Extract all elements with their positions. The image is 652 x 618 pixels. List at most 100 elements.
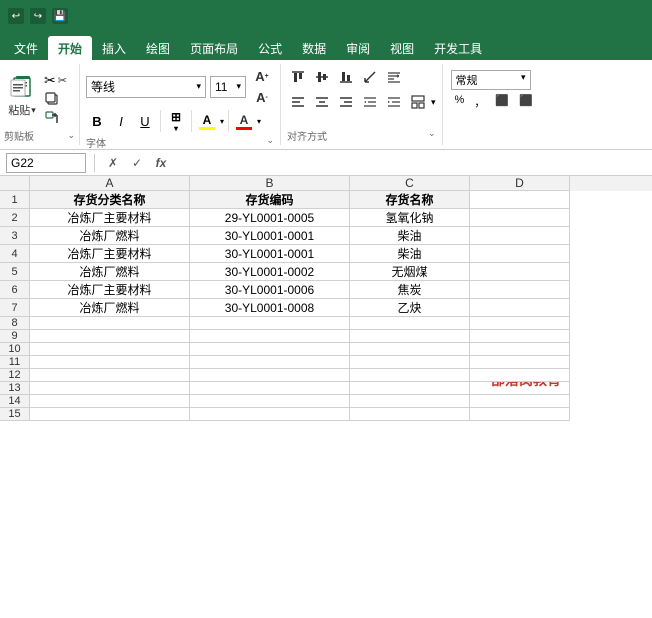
cell-a4[interactable]: 冶炼厂主要材料 (30, 245, 190, 263)
italic-button[interactable]: I (110, 110, 132, 132)
cancel-formula-button[interactable]: ✗ (103, 153, 123, 173)
cell-a1[interactable]: 存货分类名称 (30, 191, 190, 209)
cell-b9[interactable] (190, 330, 350, 343)
cell-reference-box[interactable]: G22 (6, 153, 86, 173)
cell-c14[interactable] (350, 395, 470, 408)
tab-data[interactable]: 数据 (292, 36, 336, 60)
cell-b11[interactable] (190, 356, 350, 369)
cell-a11[interactable] (30, 356, 190, 369)
number-format-dropdown[interactable]: 常规▾ (451, 70, 531, 90)
formula-input[interactable] (175, 153, 646, 173)
cell-a6[interactable]: 冶炼厂主要材料 (30, 281, 190, 299)
text-align-left-button[interactable] (287, 91, 309, 113)
align-bottom-button[interactable] (335, 66, 357, 88)
cell-c9[interactable] (350, 330, 470, 343)
percent-button[interactable]: % (451, 92, 469, 112)
cell-a7[interactable]: 冶炼厂燃料 (30, 299, 190, 317)
cell-a3[interactable]: 冶炼厂燃料 (30, 227, 190, 245)
cell-c2[interactable]: 氢氧化钠 (350, 209, 470, 227)
increase-font-button[interactable]: A+ (250, 66, 274, 86)
col-header-d[interactable]: D (470, 176, 570, 191)
tab-developer[interactable]: 开发工具 (424, 36, 492, 60)
tab-layout[interactable]: 页面布局 (180, 36, 248, 60)
cell-d14[interactable] (470, 395, 570, 408)
cell-a12[interactable] (30, 369, 190, 382)
format-painter-button[interactable] (44, 109, 67, 125)
cut-button[interactable]: ✂✂ (44, 72, 67, 89)
cell-d3[interactable] (470, 227, 570, 245)
cell-c5[interactable]: 无烟煤 (350, 263, 470, 281)
undo-button[interactable]: ↩ (8, 8, 24, 24)
cell-c13[interactable] (350, 382, 470, 395)
redo-button[interactable]: ↪ (30, 8, 46, 24)
cell-a5[interactable]: 冶炼厂燃料 (30, 263, 190, 281)
cell-c10[interactable] (350, 343, 470, 356)
cell-d5[interactable] (470, 263, 570, 281)
cell-b6[interactable]: 30-YL0001-0006 (190, 281, 350, 299)
cell-a14[interactable] (30, 395, 190, 408)
underline-button[interactable]: U (134, 110, 156, 132)
tab-file[interactable]: 文件 (4, 36, 48, 60)
cell-c7[interactable]: 乙炔 (350, 299, 470, 317)
wrap-text-button[interactable] (383, 66, 405, 88)
col-header-b[interactable]: B (190, 176, 350, 191)
cell-b14[interactable] (190, 395, 350, 408)
decrease-font-button[interactable]: A- (250, 87, 274, 107)
cell-a2[interactable]: 冶炼厂主要材料 (30, 209, 190, 227)
cell-b12[interactable] (190, 369, 350, 382)
cell-d7[interactable] (470, 299, 570, 317)
copy-button[interactable] (44, 91, 67, 107)
tab-review[interactable]: 审阅 (336, 36, 380, 60)
cell-a10[interactable] (30, 343, 190, 356)
tab-home[interactable]: 开始 (48, 36, 92, 60)
fill-color-dropdown[interactable]: ▾ (220, 117, 224, 126)
border-button[interactable]: ⊞ ▾ (165, 110, 187, 132)
cell-b15[interactable] (190, 408, 350, 421)
insert-function-button[interactable]: fx (151, 153, 171, 173)
cell-d1[interactable] (470, 191, 570, 209)
cell-d6[interactable] (470, 281, 570, 299)
align-top-button[interactable] (287, 66, 309, 88)
cell-c8[interactable] (350, 317, 470, 330)
alignment-expand[interactable]: ⌄ (428, 128, 436, 143)
col-header-a[interactable]: A (30, 176, 190, 191)
cell-c6[interactable]: 焦炭 (350, 281, 470, 299)
cell-d12[interactable] (470, 369, 570, 382)
angle-text-button[interactable] (359, 66, 381, 88)
cell-d13[interactable]: 部落窝教育 (470, 382, 570, 395)
cell-d10[interactable] (470, 343, 570, 356)
increase-indent-button[interactable] (383, 91, 405, 113)
tab-draw[interactable]: 绘图 (136, 36, 180, 60)
cell-d4[interactable] (470, 245, 570, 263)
cell-b5[interactable]: 30-YL0001-0002 (190, 263, 350, 281)
cell-b3[interactable]: 30-YL0001-0001 (190, 227, 350, 245)
cell-a8[interactable] (30, 317, 190, 330)
cell-d2[interactable] (470, 209, 570, 227)
cell-b8[interactable] (190, 317, 350, 330)
text-align-center-button[interactable] (311, 91, 333, 113)
cell-c12[interactable] (350, 369, 470, 382)
cell-b4[interactable]: 30-YL0001-0001 (190, 245, 350, 263)
tab-view[interactable]: 视图 (380, 36, 424, 60)
tab-insert[interactable]: 插入 (92, 36, 136, 60)
cell-d8[interactable] (470, 317, 570, 330)
cell-b1[interactable]: 存货编码 (190, 191, 350, 209)
cell-d9[interactable] (470, 330, 570, 343)
font-expand[interactable]: ⌄ (266, 135, 274, 150)
cell-a15[interactable] (30, 408, 190, 421)
clipboard-expand[interactable]: ⌄ (67, 130, 75, 141)
bold-button[interactable]: B (86, 110, 108, 132)
decrease-indent-button[interactable] (359, 91, 381, 113)
save-button[interactable]: 💾 (52, 8, 68, 24)
font-size-dropdown[interactable]: 11 ▾ (210, 76, 246, 98)
decrease-decimal-button[interactable]: ⬛ (515, 92, 537, 112)
cell-b7[interactable]: 30-YL0001-0008 (190, 299, 350, 317)
cell-c15[interactable] (350, 408, 470, 421)
font-name-dropdown[interactable]: 等线 ▾ (86, 76, 206, 98)
cell-c11[interactable] (350, 356, 470, 369)
cell-b10[interactable] (190, 343, 350, 356)
cell-b13[interactable] (190, 382, 350, 395)
cell-c1[interactable]: 存货名称 (350, 191, 470, 209)
fill-color-button[interactable]: A (196, 110, 218, 132)
align-middle-button[interactable] (311, 66, 333, 88)
